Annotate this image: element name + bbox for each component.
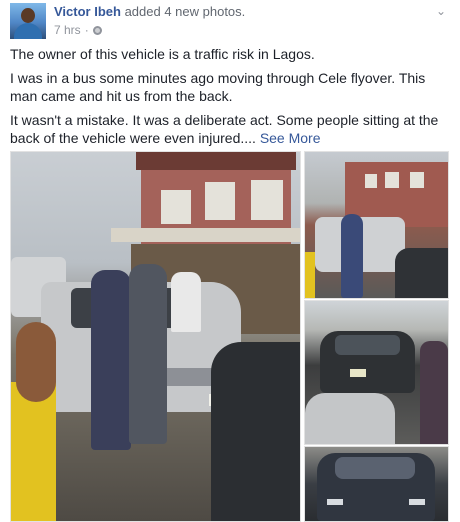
avatar[interactable] (10, 3, 46, 39)
photo-window (385, 172, 399, 188)
post-paragraph-3: It wasn't a mistake. It was a deliberate… (10, 111, 450, 147)
post-paragraph-2: I was in a bus some minutes ago moving t… (10, 70, 426, 104)
avatar-head (21, 8, 35, 23)
photo-person (420, 341, 448, 444)
photo-dark-car (395, 248, 448, 298)
photo-thumbnail-1[interactable] (304, 151, 449, 299)
post-action: added 4 new photos. (120, 4, 246, 19)
photo-awning (111, 228, 300, 242)
photo-car-windshield (335, 457, 415, 479)
photo-hand (16, 322, 56, 402)
chevron-down-icon[interactable]: ⌄ (436, 4, 446, 18)
photo-person-left (91, 270, 131, 450)
photo-headlight-left (327, 499, 343, 505)
photo-thumbnail-3[interactable] (304, 446, 449, 522)
photo-window (365, 174, 377, 188)
photo-silver-car (305, 393, 395, 444)
photo-thumbnail-2[interactable] (304, 300, 449, 445)
post-paragraph-3-text: It wasn't a mistake. It was a deliberate… (10, 112, 439, 146)
globe-icon[interactable] (92, 25, 102, 35)
post-meta: 7 hrs · (54, 23, 102, 37)
meta-separator: · (84, 23, 89, 37)
photo-window (410, 172, 424, 188)
photo-person-right (129, 264, 167, 444)
post-timestamp[interactable]: 7 hrs (54, 23, 81, 37)
photo-main[interactable] (10, 151, 301, 522)
post-paragraph-1: The owner of this vehicle is a traffic r… (10, 46, 315, 62)
photo-yellow-bus (305, 252, 315, 298)
photo-window (161, 190, 191, 224)
author-line: Victor Ibeh added 4 new photos. (54, 4, 245, 19)
photo-license-plate (350, 369, 366, 377)
photo-headlight-right (409, 499, 425, 505)
photo-person-white (171, 272, 201, 332)
photo-yellow-bus (11, 382, 56, 521)
photo-dark-car (211, 342, 300, 521)
author-name[interactable]: Victor Ibeh (54, 4, 121, 19)
avatar-shoulders (14, 23, 42, 39)
photo-window (251, 180, 283, 220)
photo-roof (136, 152, 296, 170)
post-body: The owner of this vehicle is a traffic r… (10, 45, 450, 153)
photo-window (205, 182, 235, 220)
see-more-link[interactable]: See More (260, 130, 321, 146)
photo-person (341, 214, 363, 298)
photo-car-windshield (335, 335, 400, 355)
